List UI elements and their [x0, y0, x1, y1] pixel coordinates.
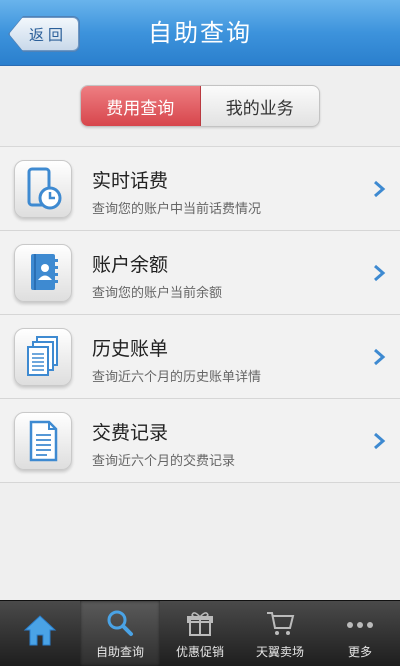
item-title: 实时话费 [92, 170, 169, 192]
icon-tile [14, 328, 72, 386]
tab-label: 天翼卖场 [255, 645, 304, 659]
item-title: 历史账单 [92, 338, 169, 360]
query-list: 实时话费 查询您的账户中当前话费情况 账户余额 查询您的账户当前余额 历史账单 … [0, 146, 400, 483]
document-icon [29, 420, 58, 462]
chevron-right-icon [374, 264, 386, 282]
chevron-right-icon [374, 348, 386, 366]
item-title: 交费记录 [92, 422, 169, 444]
documents-stack-icon [27, 336, 58, 376]
chevron-right-icon [374, 180, 386, 198]
tab-promotions[interactable]: 优惠促销 [160, 601, 240, 666]
bottom-tab-bar: 自助查询 优惠促销 天翼卖场 更多 [0, 600, 400, 666]
tab-home[interactable] [0, 601, 80, 666]
list-item-realtime-fee[interactable]: 实时话费 查询您的账户中当前话费情况 [0, 147, 400, 231]
item-subtitle: 查询您的账户中当前话费情况 [92, 202, 262, 217]
header-bar: 返回 自助查询 [0, 0, 400, 66]
tab-label: 更多 [347, 645, 372, 659]
contact-book-icon [31, 254, 58, 290]
item-subtitle: 查询您的账户当前余额 [92, 286, 223, 301]
tab-more[interactable]: 更多 [320, 601, 400, 666]
tab-my-business[interactable]: 我的业务 [201, 86, 320, 126]
icon-tile [14, 412, 72, 470]
icon-tile [14, 160, 72, 218]
page-title: 自助查询 [148, 19, 252, 47]
item-subtitle: 查询近六个月的历史账单详情 [92, 370, 262, 385]
tab-self-query[interactable]: 自助查询 [80, 601, 160, 666]
tab-fee-query[interactable]: 费用查询 [81, 86, 201, 126]
icon-tile [14, 244, 72, 302]
chevron-right-icon [374, 432, 386, 450]
gift-icon [187, 612, 213, 636]
segmented-control: 费用查询 我的业务 [80, 85, 320, 127]
more-icon [347, 622, 373, 628]
item-subtitle: 查询近六个月的交费记录 [92, 454, 236, 469]
cart-icon [267, 612, 295, 635]
list-item-account-balance[interactable]: 账户余额 查询您的账户当前余额 [0, 231, 400, 315]
tab-store[interactable]: 天翼卖场 [240, 601, 320, 666]
list-item-history-bills[interactable]: 历史账单 查询近六个月的历史账单详情 [0, 315, 400, 399]
home-icon [23, 615, 57, 646]
tab-label: 优惠促销 [175, 645, 224, 659]
phone-clock-icon [27, 167, 62, 210]
search-icon [107, 610, 133, 636]
item-title: 账户余额 [92, 254, 169, 276]
tab-label: 自助查询 [95, 645, 144, 659]
list-item-payment-records[interactable]: 交费记录 查询近六个月的交费记录 [0, 399, 400, 483]
